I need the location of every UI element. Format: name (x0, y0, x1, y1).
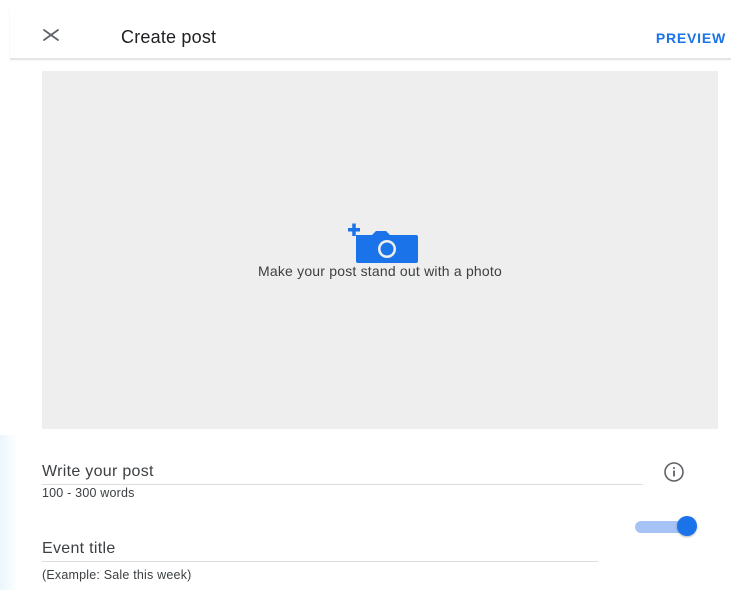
close-icon (43, 29, 59, 41)
create-post-page: Create post PREVIEW Make your post stand… (0, 0, 731, 590)
event-field-underline (42, 561, 598, 562)
add-photo-icon (348, 223, 418, 263)
info-icon[interactable] (663, 461, 685, 483)
event-title-field[interactable]: Event title (42, 540, 116, 558)
background-accent (0, 435, 18, 590)
event-helper-text: (Example: Sale this week) (42, 568, 192, 582)
toggle-thumb (677, 516, 697, 536)
post-helper-text: 100 - 300 words (42, 486, 135, 500)
event-toggle[interactable] (635, 516, 697, 536)
page-title: Create post (121, 27, 217, 47)
top-app-bar: Create post PREVIEW (10, 8, 731, 59)
photo-prompt-text: Make your post stand out with a photo (258, 263, 502, 279)
post-field-underline (42, 484, 643, 485)
post-text-field[interactable]: Write your post (42, 463, 154, 481)
preview-button[interactable]: PREVIEW (656, 30, 726, 46)
add-photo-area[interactable]: Make your post stand out with a photo (42, 71, 718, 429)
close-button[interactable] (38, 22, 64, 48)
